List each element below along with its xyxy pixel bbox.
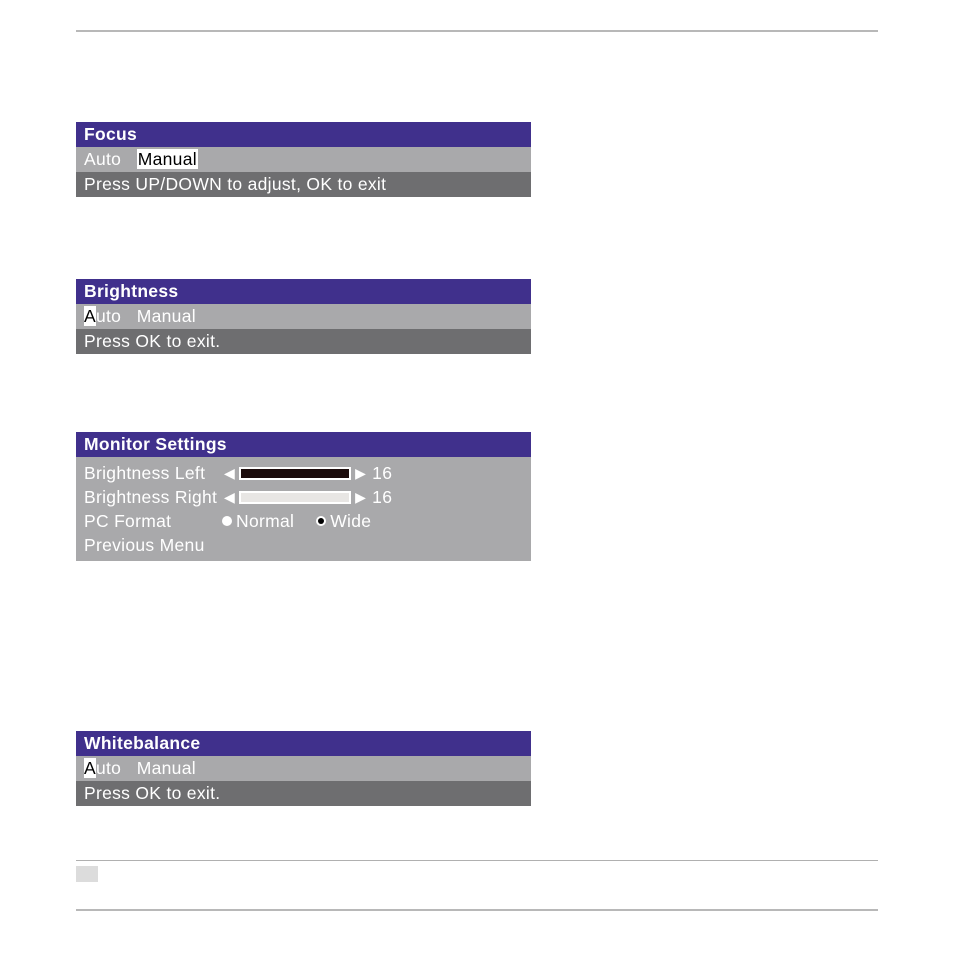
arrow-left-icon[interactable]: ◀ (222, 465, 237, 482)
arrow-right-icon[interactable]: ▶ (353, 489, 368, 506)
focus-options-row: Auto Manual (76, 147, 531, 172)
previous-menu-label: Previous Menu (84, 535, 222, 556)
whitebalance-option-auto[interactable]: Auto (84, 758, 121, 778)
pc-format-option-wide[interactable]: Wide (316, 511, 371, 532)
brightness-option-manual[interactable]: Manual (137, 306, 196, 326)
brightness-left-label: Brightness Left (84, 463, 222, 484)
divider-mid (76, 860, 878, 861)
focus-title: Focus (76, 122, 531, 147)
brightness-option-auto[interactable]: Auto (84, 306, 121, 326)
whitebalance-hint: Press OK to exit. (76, 781, 531, 806)
arrow-right-icon[interactable]: ▶ (353, 465, 368, 482)
radio-selected-icon (316, 516, 326, 526)
brightness-right-label: Brightness Right (84, 487, 222, 508)
radio-icon (222, 516, 232, 526)
focus-option-auto[interactable]: Auto (84, 149, 121, 169)
brightness-right-row: Brightness Right ◀ ▶ 16 (84, 485, 523, 509)
brightness-right-slider[interactable] (239, 491, 351, 504)
brightness-hint: Press OK to exit. (76, 329, 531, 354)
whitebalance-osd: Whitebalance Auto Manual Press OK to exi… (76, 731, 531, 806)
focus-option-manual[interactable]: Manual (137, 149, 198, 169)
whitebalance-options-row: Auto Manual (76, 756, 531, 781)
brightness-title: Brightness (76, 279, 531, 304)
focus-osd: Focus Auto Manual Press UP/DOWN to adjus… (76, 122, 531, 197)
brightness-left-row: Brightness Left ◀ ▶ 16 (84, 461, 523, 485)
monitor-settings-title: Monitor Settings (76, 432, 531, 457)
page-footer-box (76, 866, 98, 882)
brightness-options-row: Auto Manual (76, 304, 531, 329)
pc-format-label: PC Format (84, 511, 222, 532)
divider-bottom (76, 909, 878, 911)
previous-menu-row[interactable]: Previous Menu (84, 533, 523, 557)
pc-format-row: PC Format Normal Wide (84, 509, 523, 533)
brightness-osd: Brightness Auto Manual Press OK to exit. (76, 279, 531, 354)
monitor-settings-osd: Monitor Settings Brightness Left ◀ ▶ 16 … (76, 432, 531, 561)
brightness-left-slider[interactable] (239, 467, 351, 480)
whitebalance-title: Whitebalance (76, 731, 531, 756)
pc-format-option-normal[interactable]: Normal (222, 511, 294, 532)
brightness-left-value: 16 (372, 463, 392, 484)
divider-top (76, 30, 878, 32)
brightness-right-value: 16 (372, 487, 392, 508)
arrow-left-icon[interactable]: ◀ (222, 489, 237, 506)
whitebalance-option-manual[interactable]: Manual (137, 758, 196, 778)
focus-hint: Press UP/DOWN to adjust, OK to exit (76, 172, 531, 197)
